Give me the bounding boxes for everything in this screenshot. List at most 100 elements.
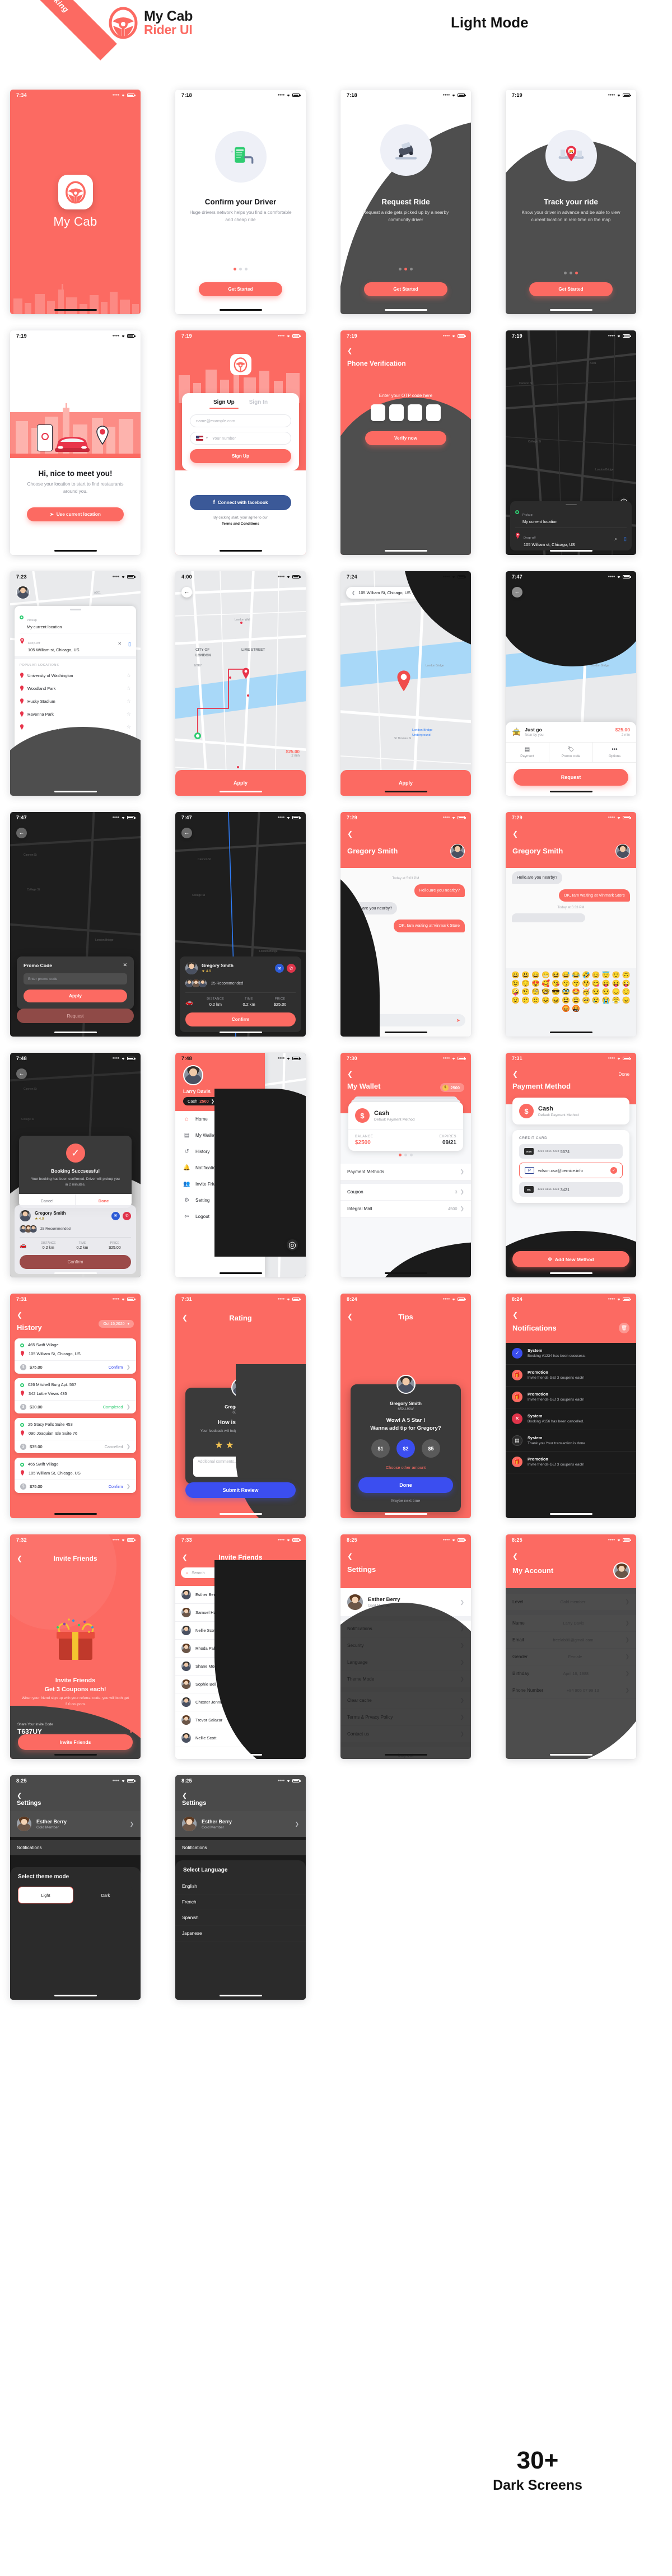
language-option-french[interactable]: French [175, 1894, 306, 1910]
otp-input-group[interactable] [340, 404, 471, 421]
promo-option[interactable]: 🏷 Promo code [549, 743, 592, 762]
list-item[interactable]: Nellie Scott [175, 1622, 306, 1640]
tip-amount-2[interactable]: $2 [396, 1439, 415, 1458]
back-icon[interactable]: ❮ [512, 1070, 518, 1078]
request-button[interactable]: Request [514, 769, 628, 786]
theme-light-option[interactable]: Light [18, 1887, 73, 1903]
tab-sign-in[interactable]: Sign In [249, 399, 268, 409]
back-icon[interactable]: ❮ [347, 347, 352, 354]
screen-invite-friends-list[interactable]: 7:33 ●●●● ❮ Invite Friends ⌕ Search Esth… [175, 1534, 306, 1759]
star-icon[interactable]: ★ [236, 1440, 245, 1451]
get-started-button[interactable]: Get Started [529, 282, 613, 296]
page-dot[interactable] [570, 272, 572, 274]
screen-onboarding-confirm-driver[interactable]: 7:18 ●●●● Confirm your Driver Huge drive… [175, 90, 306, 314]
back-icon[interactable]: ❮ [512, 1311, 518, 1319]
avatar[interactable] [183, 1065, 203, 1085]
screen-onboarding-request-ride[interactable]: 7:18 ●●●● Request Ride Request a ride ge… [340, 90, 471, 314]
page-dot[interactable] [245, 268, 248, 270]
checkbox[interactable] [292, 1609, 300, 1616]
list-item[interactable]: Sophie Bell [175, 1676, 306, 1693]
menu-item-logout[interactable]: ⇦ Logout [175, 1208, 265, 1225]
more-options[interactable]: ••• Options [592, 743, 636, 762]
list-item[interactable]: Nellie Scott [175, 1729, 306, 1747]
verify-now-button[interactable]: Verify now [365, 431, 446, 445]
screen-drop-pin[interactable]: Mermaid CtNewcomen StLondon BridgeSt Tho… [340, 571, 471, 796]
close-icon[interactable]: ✕ [123, 962, 127, 968]
terms-link[interactable]: Terms and Conditions [175, 521, 306, 528]
message-icon[interactable]: ✉ [111, 1211, 120, 1220]
send-icon[interactable]: ➤ [456, 1018, 460, 1024]
screen-chat[interactable]: 7:29 ●●●● ❮ Gregory Smith Today at 5:03 … [340, 812, 471, 1037]
email-field[interactable]: name@example.com [190, 414, 291, 427]
card-row-mastercard[interactable]: MC **** **** **** 3421 [519, 1182, 623, 1197]
screen-onboarding-track-ride[interactable]: 7:19 ●●●● Track your ride Know your driv… [506, 90, 636, 314]
table-row[interactable]: 465 Swift Village 105 William St, Chicag… [15, 1458, 136, 1493]
star-icon[interactable]: ☆ [127, 698, 131, 704]
card-row-visa[interactable]: VISA **** **** **** 5674 [519, 1144, 623, 1159]
page-dot[interactable] [575, 272, 578, 274]
theme-options[interactable]: Light Dark [10, 1887, 141, 1903]
page-dot[interactable] [404, 268, 407, 270]
back-icon[interactable]: ❮ [17, 1311, 22, 1319]
submit-review-button[interactable]: Submit Review [185, 1482, 296, 1498]
logout-button[interactable]: Log out [340, 1747, 471, 1759]
screen-my-wallet[interactable]: 7:30 ●●●● ❮ My Wallet $ 2500 $ Cash Defa… [340, 1053, 471, 1277]
comment-input[interactable]: Additional comments... [193, 1456, 288, 1477]
request-button[interactable]: Request [17, 1009, 134, 1023]
screen-theme-mode[interactable]: 8:25 ●●●● ❮ Settings Esther Berry Gold M… [10, 1775, 141, 2000]
confirm-button[interactable]: Confirm [20, 1255, 131, 1269]
back-icon[interactable]: ❮ [347, 1070, 353, 1078]
choose-other-amount-link[interactable]: Choose other amount [358, 1465, 453, 1470]
dropoff-row[interactable]: Drop-off 105 William st, Chicago, US ⌕ ▯ [510, 528, 632, 550]
screen-payment-method[interactable]: 7:31 ●●●● ❮ Done Payment Method $ Cash D… [506, 1053, 636, 1277]
list-item[interactable]: Henev Art Gallery ☆ [15, 721, 136, 734]
locate-me-button[interactable]: ◎ [287, 1239, 298, 1250]
tip-amount-group[interactable]: $1 $2 $5 [358, 1439, 453, 1458]
emoji-grid[interactable]: 😀 😃 😄 😁 😆 😅 😂 🤣 😊 😇 🙂 🙃 😉 😌 😍 🥰 😘 😗 😙 😚 😋 😛 😝 😜 🤪 🤨 🧐 🤓 😎 🥸 🤩 🥳 … [509, 972, 633, 1012]
list-item[interactable]: 🎁 Promotion Invite friends-GEt 3 coupens… [506, 1365, 636, 1387]
checkbox[interactable]: ✓ [292, 1645, 300, 1652]
table-row[interactable]: 026 Mitchell Burg Apt. 567 342 Lottie Vi… [15, 1378, 136, 1413]
done-button[interactable]: Done [618, 1072, 629, 1077]
profile-row[interactable]: Esther Berry Gold Member ❯ [175, 1811, 306, 1837]
get-started-button[interactable]: Get Started [364, 282, 447, 296]
checkbox[interactable]: ✓ [292, 1698, 300, 1706]
pickup-row[interactable]: Pickup My current location [15, 610, 136, 633]
apply-button[interactable]: Apply [24, 990, 127, 1002]
star-icon[interactable]: ★ [214, 1440, 223, 1451]
default-payment-card[interactable]: $ Cash Default Payment Method [512, 1098, 629, 1124]
phone-field[interactable]: ▾ Your number [190, 432, 291, 445]
search-input[interactable]: ⌕ Search [181, 1567, 300, 1578]
page-dot[interactable] [399, 1154, 402, 1156]
screen-my-account[interactable]: 8:25 ●●●● ❮ My Account Level Gold member… [506, 1534, 636, 1759]
list-item[interactable]: Shane Morales ✓ [175, 1658, 306, 1676]
map-select-icon[interactable]: ▯ [624, 536, 627, 542]
star-icon[interactable]: ☆ [127, 711, 131, 717]
menu-item-home[interactable]: ⌂ Home [175, 1111, 265, 1127]
date-filter[interactable]: Oct 15,2020 ▾ [99, 1320, 134, 1328]
screen-map-dark-pickup[interactable]: Cannon St A201 College St London Bridge 7:… [506, 330, 636, 555]
page-dot[interactable] [399, 268, 402, 270]
account-row-name[interactable]: Name Larry Davis ❯ [506, 1615, 636, 1632]
row-integral-mall[interactable]: Integral Mall 4500 ❯ [340, 1201, 471, 1217]
otp-digit[interactable] [426, 404, 441, 421]
screen-notifications[interactable]: 8:24 ●●●● ❮ Notifications 🗑 ✓ System Boo… [506, 1294, 636, 1518]
done-button[interactable]: Done [358, 1477, 453, 1493]
use-current-location-button[interactable]: ➤ Use current location [27, 507, 124, 521]
account-row-gender[interactable]: Gender Female ❯ [506, 1649, 636, 1665]
list-item[interactable]: Samuel Hammond [175, 1604, 306, 1622]
back-icon[interactable]: ❮ [352, 590, 355, 595]
add-new-method-button[interactable]: ⊕ Add New Method [512, 1251, 629, 1267]
page-dot[interactable] [410, 1154, 413, 1156]
setting-contact[interactable]: Contact us ❯ [340, 1726, 471, 1743]
account-row-phone[interactable]: Phone Number +84 905 07 99 13 ❯ [506, 1682, 636, 1699]
star-icon[interactable]: ☆ [127, 724, 131, 730]
list-item[interactable]: Woodland Park ☆ [15, 682, 136, 695]
language-option-spanish[interactable]: Spanish [175, 1910, 306, 1926]
checkbox[interactable] [292, 1627, 300, 1634]
sign-up-button[interactable]: Sign Up [190, 449, 291, 463]
setting-theme-mode[interactable]: Theme Mode ❯ [340, 1671, 471, 1688]
menu-item-wallet[interactable]: ▤ My Wallet [175, 1127, 265, 1144]
star-icon[interactable]: ★ [226, 1440, 234, 1451]
screen-promo-code[interactable]: Cannon St College St London Bridge 7:47 ●●… [10, 812, 141, 1037]
